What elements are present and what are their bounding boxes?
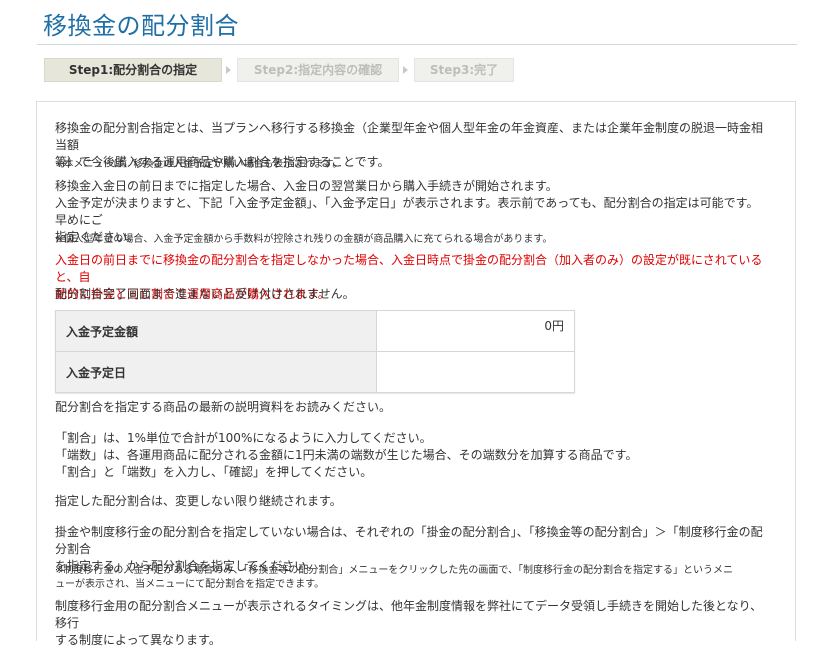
transfer-note-line: ※制度移行金の入金予定がある場合のみ、「移換金等の配分割合」メニューをクリックし… — [55, 565, 733, 576]
deposit-amount-label: 入金予定金額 — [55, 310, 377, 352]
deposit-amount-value: 0円 — [376, 310, 575, 352]
menu-note: ※本メニューは、移換金の入金予定が無い場合も表示されます。 — [55, 159, 343, 170]
other-line: 掛金や制度移行金の配分割合を指定していない場合は、それぞれの「掛金の配分割合」、… — [55, 525, 763, 556]
title-divider — [37, 44, 797, 45]
content-panel: 移換金の配分割合指定とは、当プランへ移行する移換金（企業型年金や個人型年金の年金… — [36, 101, 796, 647]
page-title: 移換金の配分割合 — [43, 12, 239, 40]
completion-note: 配分割合完了画面まで進まないと受け付けされません。 — [55, 287, 355, 301]
read-docs-text: 配分割合を指定する商品の最新の説明資料をお読みください。 — [55, 400, 392, 414]
table-row: 入金予定金額 0円 — [55, 310, 575, 352]
deposit-date-label: 入金予定日 — [55, 351, 377, 393]
step-3: Step3:完了 — [414, 58, 514, 82]
transfer-note-line: ューが表示され、当メニューにて配分割合を指定できます。 — [55, 579, 325, 590]
ratio-line: 「割合」と「端数」を入力し、「確認」を押してください。 — [55, 465, 373, 479]
fee-note: ※個人型年金の場合、入金予定金額から手数料が控除され残りの金額が商品購入に充てら… — [55, 234, 553, 245]
ratio-line: 「端数」は、各運用商品に配分される金額に1円未満の端数が生じた場合、その端数分を… — [55, 448, 638, 462]
warning-line: 入金日の前日までに移換金の配分割合を指定しなかった場合、入金日時点で掛金の配分割… — [55, 253, 763, 284]
step-2: Step2:指定内容の確認 — [237, 58, 399, 82]
ratio-instructions: 「割合」は、1%単位で合計が100%になるように入力してください。 「端数」は、… — [55, 430, 770, 481]
intro-line: 移換金の配分割合指定とは、当プランへ移行する移換金（企業型年金や個人型年金の年金… — [55, 121, 764, 152]
deposit-schedule-table: 入金予定金額 0円 入金予定日 — [55, 310, 575, 393]
transfer-note: ※制度移行金の入金予定がある場合のみ、「移換金等の配分割合」メニューをクリックし… — [55, 564, 770, 592]
step-arrow-icon — [403, 66, 408, 74]
schedule-line: 移換金入金日の前日までに指定した場合、入金日の翌営業日から購入手続きが開始されま… — [55, 179, 558, 193]
deposit-date-value — [376, 351, 575, 393]
schedule-line: 入金予定が決まりますと、下記「入金予定金額」、「入金予定日」が表示されます。表示… — [55, 196, 759, 227]
continuation-text: 指定した配分割合は、変更しない限り継続されます。 — [55, 494, 342, 508]
timing-line: する制度によって異なります。 — [55, 633, 221, 647]
timing-text: 制度移行金用の配分割合メニューが表示されるタイミングは、他年金制度情報を弊社にて… — [55, 598, 770, 649]
step-1: Step1:配分割合の指定 — [44, 58, 222, 82]
timing-line: 制度移行金用の配分割合メニューが表示されるタイミングは、他年金制度情報を弊社にて… — [55, 599, 763, 630]
table-row: 入金予定日 — [55, 351, 575, 393]
step-arrow-icon — [226, 66, 231, 74]
ratio-line: 「割合」は、1%単位で合計が100%になるように入力してください。 — [55, 431, 432, 445]
